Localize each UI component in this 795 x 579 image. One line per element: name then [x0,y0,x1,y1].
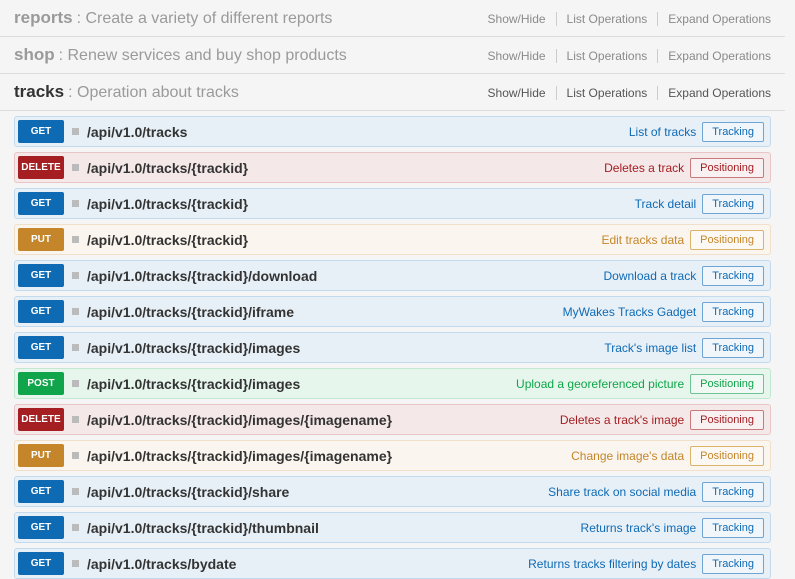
operation-summary: Deletes a track's image [560,413,684,427]
operation-tag-button[interactable]: Tracking [702,518,764,538]
endpoint-path[interactable]: /api/v1.0/tracks/{trackid} [87,196,635,212]
operation-tag-button[interactable]: Tracking [702,302,764,322]
operation-row[interactable]: GET/api/v1.0/tracks/bydateReturns tracks… [14,548,771,579]
lock-icon [72,200,79,207]
expand-operations-link[interactable]: Expand Operations [658,49,771,63]
endpoint-path[interactable]: /api/v1.0/tracks/{trackid}/share [87,484,548,500]
lock-icon [72,380,79,387]
expand-operations-link[interactable]: Expand Operations [658,12,771,26]
operation-tag-button[interactable]: Positioning [690,410,764,430]
section-header-shop[interactable]: shop: Renew services and buy shop produc… [0,37,785,74]
section-actions: Show/HideList OperationsExpand Operation… [478,49,771,63]
endpoint-path[interactable]: /api/v1.0/tracks/{trackid}/iframe [87,304,563,320]
operation-tag-button[interactable]: Tracking [702,554,764,574]
endpoint-path[interactable]: /api/v1.0/tracks/bydate [87,556,528,572]
http-method-badge: POST [18,372,64,395]
http-method-badge: GET [18,516,64,539]
operation-tag-button[interactable]: Positioning [690,374,764,394]
endpoint-path[interactable]: /api/v1.0/tracks/{trackid} [87,160,604,176]
operation-tag-button[interactable]: Tracking [702,338,764,358]
list-operations-link[interactable]: List Operations [557,86,659,100]
lock-icon [72,164,79,171]
http-method-badge: GET [18,300,64,323]
lock-icon [72,560,79,567]
lock-icon [72,488,79,495]
operation-row[interactable]: POST/api/v1.0/tracks/{trackid}/imagesUpl… [14,368,771,399]
endpoint-path[interactable]: /api/v1.0/tracks/{trackid}/images [87,340,604,356]
http-method-badge: PUT [18,228,64,251]
section-title[interactable]: tracks [14,82,64,102]
http-method-badge: GET [18,192,64,215]
operation-summary: Track's image list [604,341,696,355]
operation-summary: MyWakes Tracks Gadget [563,305,697,319]
http-method-badge: GET [18,336,64,359]
endpoint-path[interactable]: /api/v1.0/tracks [87,124,629,140]
section-actions: Show/HideList OperationsExpand Operation… [478,12,771,26]
show-hide-link[interactable]: Show/Hide [478,49,557,63]
section-desc: : Operation about tracks [68,84,477,102]
endpoint-path[interactable]: /api/v1.0/tracks/{trackid}/thumbnail [87,520,581,536]
operation-summary: Returns track's image [581,521,697,535]
list-operations-link[interactable]: List Operations [557,49,659,63]
operation-summary: Upload a georeferenced picture [516,377,684,391]
operation-row[interactable]: GET/api/v1.0/tracks/{trackid}/downloadDo… [14,260,771,291]
http-method-badge: PUT [18,444,64,467]
operation-row[interactable]: GET/api/v1.0/tracks/{trackid}/thumbnailR… [14,512,771,543]
endpoint-path[interactable]: /api/v1.0/tracks/{trackid}/download [87,268,604,284]
lock-icon [72,416,79,423]
operation-row[interactable]: DELETE/api/v1.0/tracks/{trackid}/images/… [14,404,771,435]
operation-tag-button[interactable]: Tracking [702,482,764,502]
endpoint-path[interactable]: /api/v1.0/tracks/{trackid}/images/{image… [87,448,571,464]
lock-icon [72,452,79,459]
operation-row[interactable]: PUT/api/v1.0/tracks/{trackid}/images/{im… [14,440,771,471]
operation-row[interactable]: GET/api/v1.0/tracks/{trackid}/iframeMyWa… [14,296,771,327]
endpoint-path[interactable]: /api/v1.0/tracks/{trackid}/images/{image… [87,412,560,428]
operation-summary: Edit tracks data [601,233,684,247]
show-hide-link[interactable]: Show/Hide [478,86,557,100]
operation-tag-button[interactable]: Positioning [690,446,764,466]
operation-tag-button[interactable]: Tracking [702,122,764,142]
lock-icon [72,524,79,531]
operation-tag-button[interactable]: Positioning [690,158,764,178]
operation-tag-button[interactable]: Positioning [690,230,764,250]
operation-summary: List of tracks [629,125,696,139]
operations-list: GET/api/v1.0/tracksList of tracks Trackin… [0,116,785,579]
operation-summary: Share track on social media [548,485,696,499]
list-operations-link[interactable]: List Operations [557,12,659,26]
operation-summary: Deletes a track [604,161,684,175]
http-method-badge: GET [18,552,64,575]
operation-summary: Download a track [604,269,697,283]
operation-summary: Track detail [635,197,697,211]
operation-summary: Change image's data [571,449,684,463]
section-actions: Show/HideList OperationsExpand Operation… [478,86,771,100]
operation-tag-button[interactable]: Tracking [702,266,764,286]
lock-icon [72,272,79,279]
section-title[interactable]: reports [14,8,73,28]
operation-row[interactable]: GET/api/v1.0/tracks/{trackid}/imagesTrac… [14,332,771,363]
endpoint-path[interactable]: /api/v1.0/tracks/{trackid}/images [87,376,516,392]
operation-row[interactable]: GET/api/v1.0/tracksList of tracks Trackin… [14,116,771,147]
lock-icon [72,344,79,351]
section-desc: : Renew services and buy shop products [59,47,478,65]
lock-icon [72,236,79,243]
show-hide-link[interactable]: Show/Hide [478,12,557,26]
section-title[interactable]: shop [14,45,55,65]
lock-icon [72,128,79,135]
section-header-reports[interactable]: reports: Create a variety of different r… [0,0,785,37]
section-header-tracks[interactable]: tracks: Operation about tracksShow/HideL… [0,74,785,111]
section-desc: : Create a variety of different reports [77,10,478,28]
operation-summary: Returns tracks filtering by dates [528,557,696,571]
operation-row[interactable]: GET/api/v1.0/tracks/{trackid}Track detai… [14,188,771,219]
operation-row[interactable]: GET/api/v1.0/tracks/{trackid}/shareShare… [14,476,771,507]
http-method-badge: DELETE [18,156,64,179]
http-method-badge: GET [18,120,64,143]
expand-operations-link[interactable]: Expand Operations [658,86,771,100]
operation-row[interactable]: PUT/api/v1.0/tracks/{trackid}Edit tracks… [14,224,771,255]
endpoint-path[interactable]: /api/v1.0/tracks/{trackid} [87,232,601,248]
http-method-badge: GET [18,264,64,287]
lock-icon [72,308,79,315]
http-method-badge: DELETE [18,408,64,431]
operation-row[interactable]: DELETE/api/v1.0/tracks/{trackid}Deletes … [14,152,771,183]
operation-tag-button[interactable]: Tracking [702,194,764,214]
